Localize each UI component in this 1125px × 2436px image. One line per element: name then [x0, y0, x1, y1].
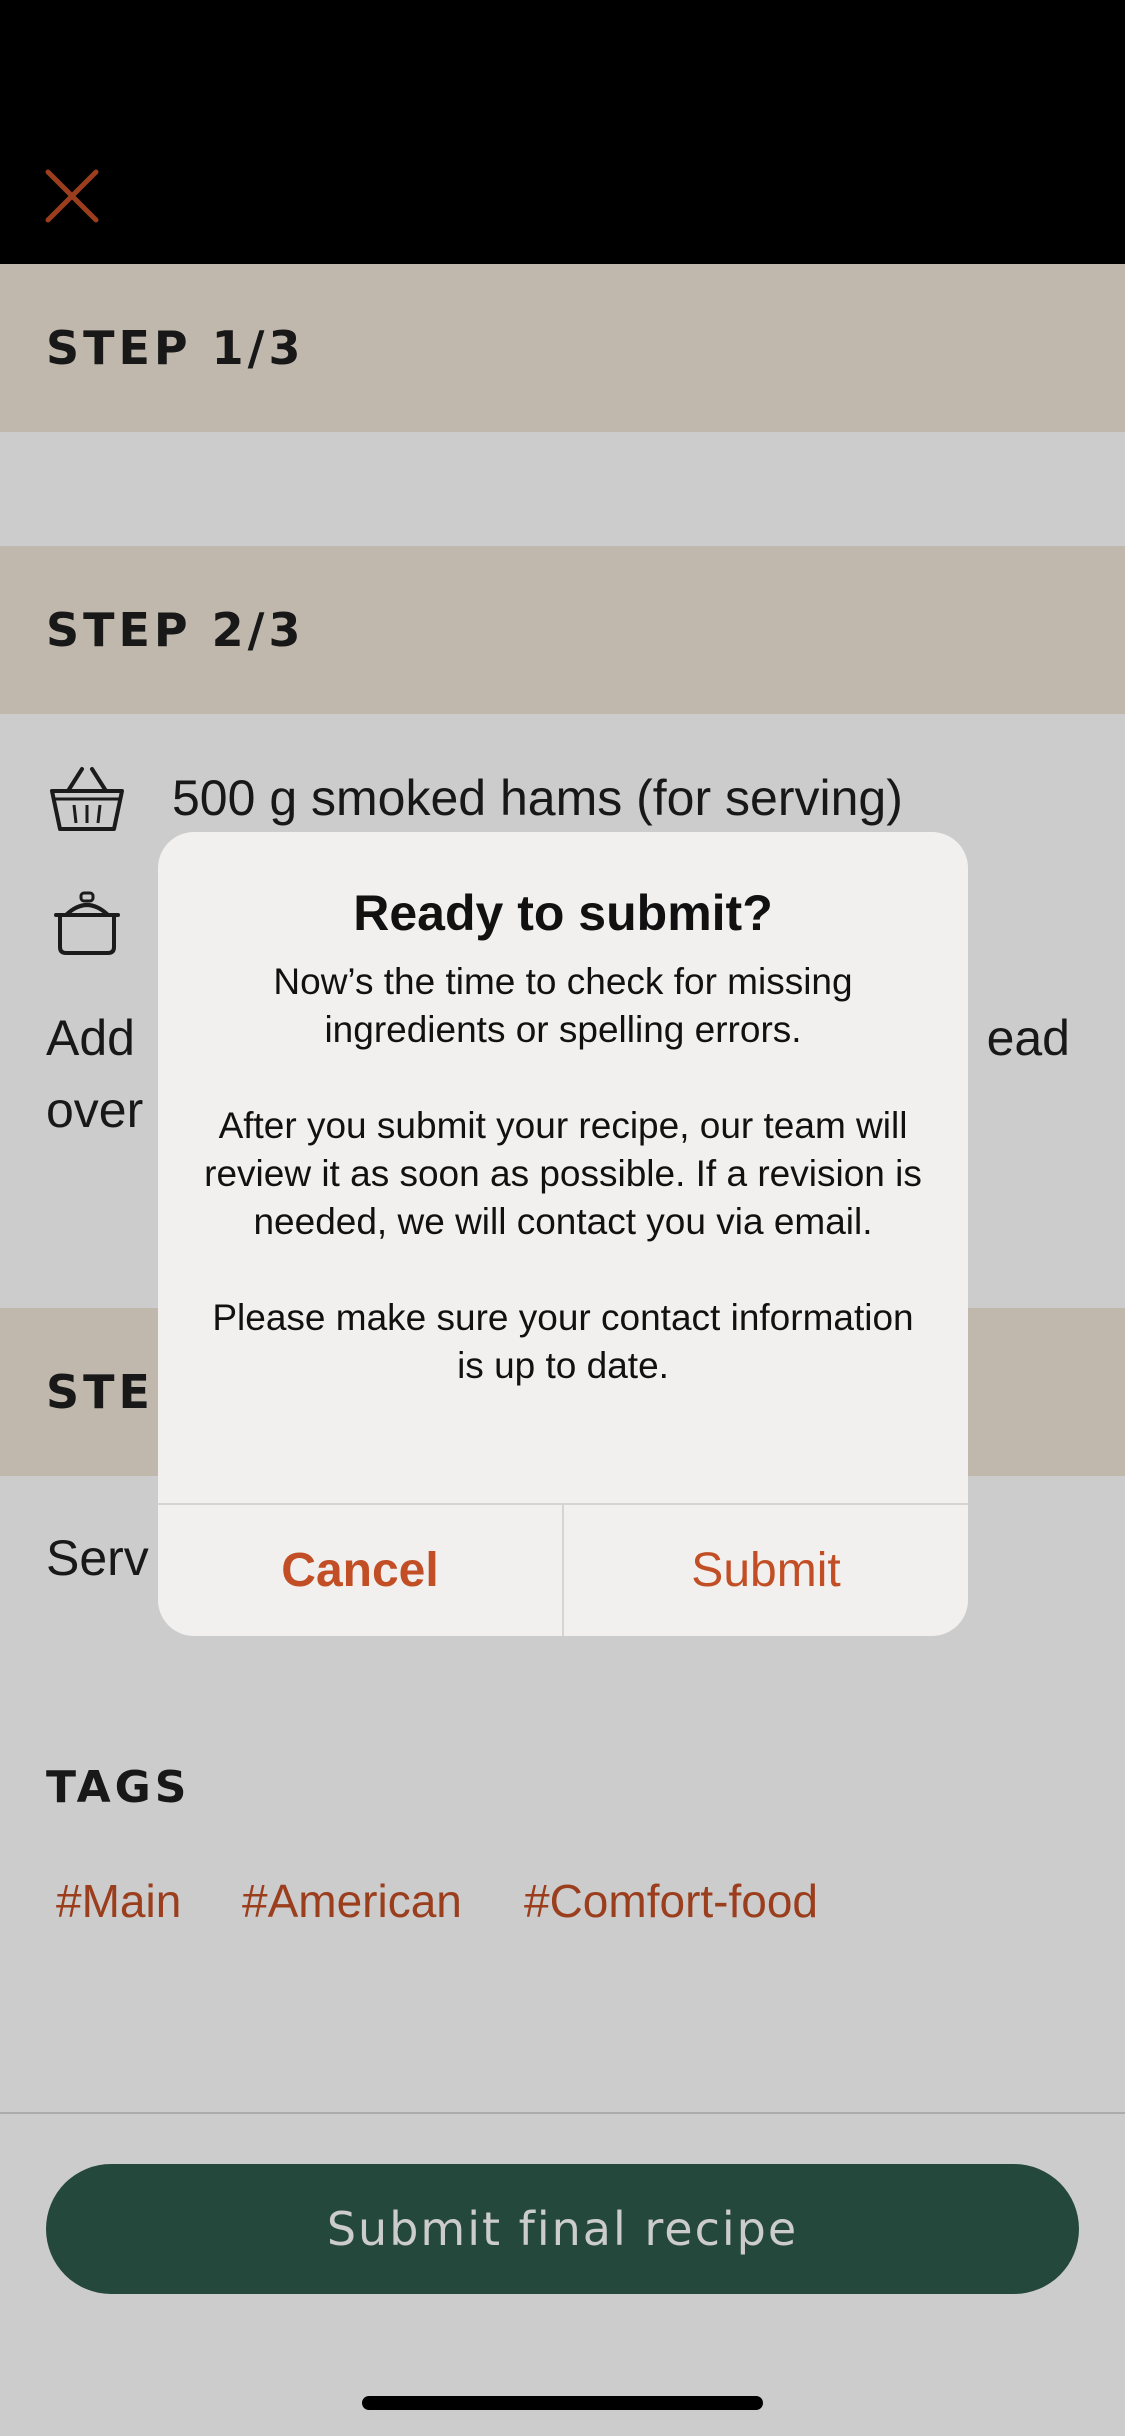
dialog-message: Now’s the time to check for missing ingr…	[204, 961, 922, 1386]
submit-dialog: Ready to submit? Now’s the time to check…	[158, 832, 968, 1636]
dialog-title: Ready to submit?	[353, 885, 773, 941]
cancel-button[interactable]: Cancel	[158, 1505, 562, 1636]
home-indicator	[362, 2396, 763, 2410]
submit-button[interactable]: Submit	[564, 1505, 968, 1636]
